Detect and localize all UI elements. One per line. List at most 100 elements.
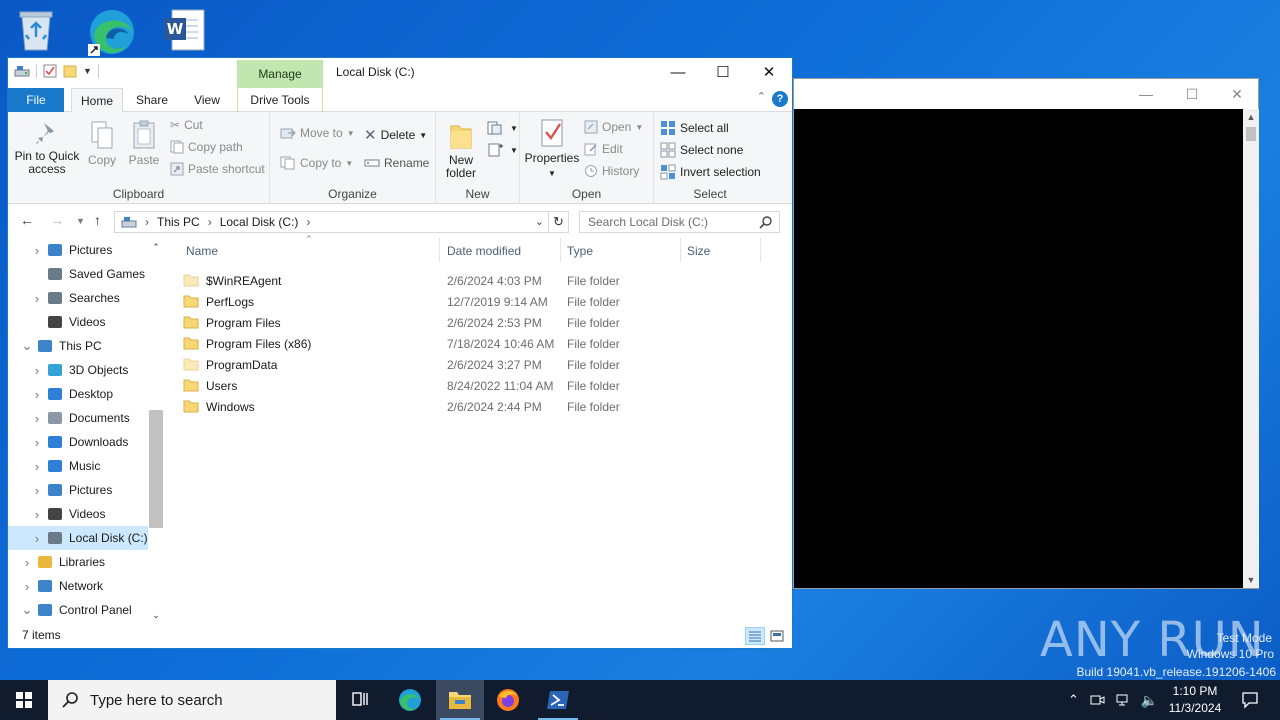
console-scroll-up-icon[interactable]: ▲	[1243, 112, 1259, 122]
nav-item-pictures[interactable]: › Pictures	[8, 238, 148, 262]
nav-item-local-disk-c[interactable]: › Local Disk (C:)	[8, 526, 148, 550]
taskbar-edge-button[interactable]	[386, 680, 434, 720]
properties-button[interactable]: Properties ▼	[524, 118, 580, 180]
nav-item-pictures[interactable]: › Pictures	[8, 478, 148, 502]
copy-button[interactable]: Copy	[84, 120, 120, 167]
minimize-button[interactable]: —	[655, 58, 701, 88]
chevron-right-icon[interactable]: ›	[30, 435, 44, 450]
nav-item-3d-objects[interactable]: › 3D Objects	[8, 358, 148, 382]
chevron-right-icon[interactable]: ›	[30, 531, 44, 546]
console-scrollbar[interactable]: ▲ ▼	[1243, 109, 1259, 588]
meet-now-icon[interactable]	[1089, 692, 1105, 708]
large-icons-view-button[interactable]	[767, 627, 787, 645]
volume-icon[interactable]: 🔈	[1141, 692, 1158, 709]
nav-item-music[interactable]: › Music	[8, 454, 148, 478]
task-view-button[interactable]	[336, 680, 384, 720]
table-row[interactable]: PerfLogs 12/7/2019 9:14 AM File folder	[183, 291, 763, 312]
up-arrow-icon[interactable]: ↑	[94, 212, 101, 228]
show-hidden-icons-icon[interactable]: ⌃	[1068, 692, 1079, 708]
maximize-button[interactable]: ☐	[700, 58, 746, 88]
chevron-down-icon[interactable]: ⌄	[20, 602, 34, 618]
chevron-right-icon[interactable]: ›	[30, 291, 44, 306]
table-row[interactable]: Program Files (x86) 7/18/2024 10:46 AM Fil…	[183, 333, 763, 354]
search-icon[interactable]	[759, 215, 773, 229]
chevron-down-icon[interactable]: ⌄	[20, 338, 34, 354]
table-row[interactable]: ProgramData 2/6/2024 3:27 PM File folder	[183, 354, 763, 375]
chevron-right-icon[interactable]: ›	[30, 411, 44, 426]
clock[interactable]: 1:10 PM 11/3/2024	[1160, 683, 1230, 717]
forward-arrow-icon[interactable]: →	[50, 212, 64, 228]
pin-quick-access-button[interactable]: Pin to Quick access	[12, 120, 82, 176]
tab-share[interactable]: Share	[129, 88, 175, 112]
nav-scrollbar[interactable]: ⌃ ⌄	[148, 238, 164, 626]
tab-view[interactable]: View	[184, 88, 230, 112]
nav-item-videos[interactable]: › Videos	[8, 502, 148, 526]
network-tray-icon[interactable]	[1115, 692, 1131, 708]
taskbar-explorer-button[interactable]	[436, 680, 484, 720]
tab-home[interactable]: Home	[71, 88, 123, 113]
chevron-right-icon[interactable]: ›	[20, 555, 34, 570]
help-icon[interactable]: ?	[772, 91, 788, 107]
nav-item-videos[interactable]: Videos	[8, 310, 148, 334]
column-name[interactable]: Name	[186, 244, 218, 264]
console-scroll-down-icon[interactable]: ▼	[1243, 575, 1259, 585]
copy-to-button[interactable]: Copy to ▼	[280, 156, 353, 170]
new-item-button[interactable]: ▼	[486, 120, 518, 136]
tab-drive-tools[interactable]: Drive Tools	[237, 88, 323, 112]
cut-button[interactable]: ✂ Cut	[170, 118, 203, 132]
word-icon[interactable]: W	[160, 6, 208, 54]
nav-item-this-pc[interactable]: ⌄ This PC	[8, 334, 148, 358]
chevron-right-icon[interactable]: ›	[30, 459, 44, 474]
console-output[interactable]	[794, 109, 1243, 588]
customize-qat-icon[interactable]: ▼	[83, 66, 92, 76]
recent-locations-icon[interactable]: ▼	[76, 216, 85, 226]
paste-button[interactable]: Paste	[124, 120, 164, 167]
nav-scroll-down-icon[interactable]: ⌄	[148, 610, 164, 621]
chevron-right-icon[interactable]: ›	[30, 387, 44, 402]
rename-button[interactable]: Rename	[364, 156, 429, 170]
delete-button[interactable]: ✕ Delete ▼	[364, 126, 427, 144]
select-all-button[interactable]: Select all	[660, 120, 729, 136]
chevron-right-icon[interactable]: ›	[30, 363, 44, 378]
column-size[interactable]: Size	[687, 244, 710, 264]
nav-scroll-thumb[interactable]	[149, 410, 163, 528]
breadcrumb-local-disk[interactable]: Local Disk (C:)	[220, 215, 299, 229]
tab-file[interactable]: File	[8, 88, 64, 112]
close-button[interactable]: ✕	[746, 58, 792, 88]
invert-selection-button[interactable]: Invert selection	[660, 164, 761, 180]
chevron-right-icon[interactable]: ›	[30, 507, 44, 522]
copy-path-button[interactable]: Copy path	[170, 140, 243, 154]
taskbar-firefox-button[interactable]	[484, 680, 532, 720]
taskbar-search-box[interactable]: Type here to search	[48, 680, 336, 720]
recycle-bin-icon[interactable]	[14, 6, 62, 54]
edge-icon[interactable]	[86, 6, 134, 56]
tab-manage[interactable]: Manage	[237, 60, 323, 88]
properties-small-icon[interactable]	[43, 64, 57, 78]
breadcrumb-this-pc[interactable]: This PC	[157, 215, 200, 229]
collapse-ribbon-icon[interactable]: ⌃	[757, 90, 766, 103]
edit-button[interactable]: Edit	[584, 142, 623, 156]
nav-item-saved-games[interactable]: Saved Games	[8, 262, 148, 286]
file-list[interactable]: ⌃ Name Date modified Type Size $WinREAge…	[168, 234, 792, 626]
open-button[interactable]: Open ▼	[584, 120, 643, 134]
column-type[interactable]: Type	[567, 244, 593, 264]
table-row[interactable]: Windows 2/6/2024 2:44 PM File folder	[183, 396, 763, 417]
details-view-button[interactable]	[745, 627, 765, 645]
table-row[interactable]: Users 8/24/2022 11:04 AM File folder	[183, 375, 763, 396]
nav-item-desktop[interactable]: › Desktop	[8, 382, 148, 406]
console-scroll-thumb[interactable]	[1246, 127, 1256, 141]
search-input[interactable]: Search Local Disk (C:)	[579, 211, 780, 233]
chevron-right-icon[interactable]: ›	[30, 243, 44, 258]
taskbar-powershell-button[interactable]	[534, 680, 582, 720]
console-titlebar[interactable]: — ☐ ✕	[794, 79, 1258, 109]
paste-shortcut-button[interactable]: Paste shortcut	[170, 162, 265, 176]
navigation-pane[interactable]: › Pictures Saved Games › Searches Videos ⌄ This…	[8, 238, 164, 626]
new-folder-button[interactable]: New folder	[440, 120, 482, 180]
chevron-right-icon[interactable]: ›	[30, 483, 44, 498]
drive-small-icon[interactable]	[14, 64, 30, 78]
back-arrow-icon[interactable]: ←	[20, 212, 34, 228]
move-to-button[interactable]: Move to ▼	[280, 126, 355, 140]
refresh-icon[interactable]: ↻	[549, 211, 569, 233]
new-folder-small-icon[interactable]	[63, 64, 77, 78]
column-date-modified[interactable]: Date modified	[447, 244, 521, 264]
